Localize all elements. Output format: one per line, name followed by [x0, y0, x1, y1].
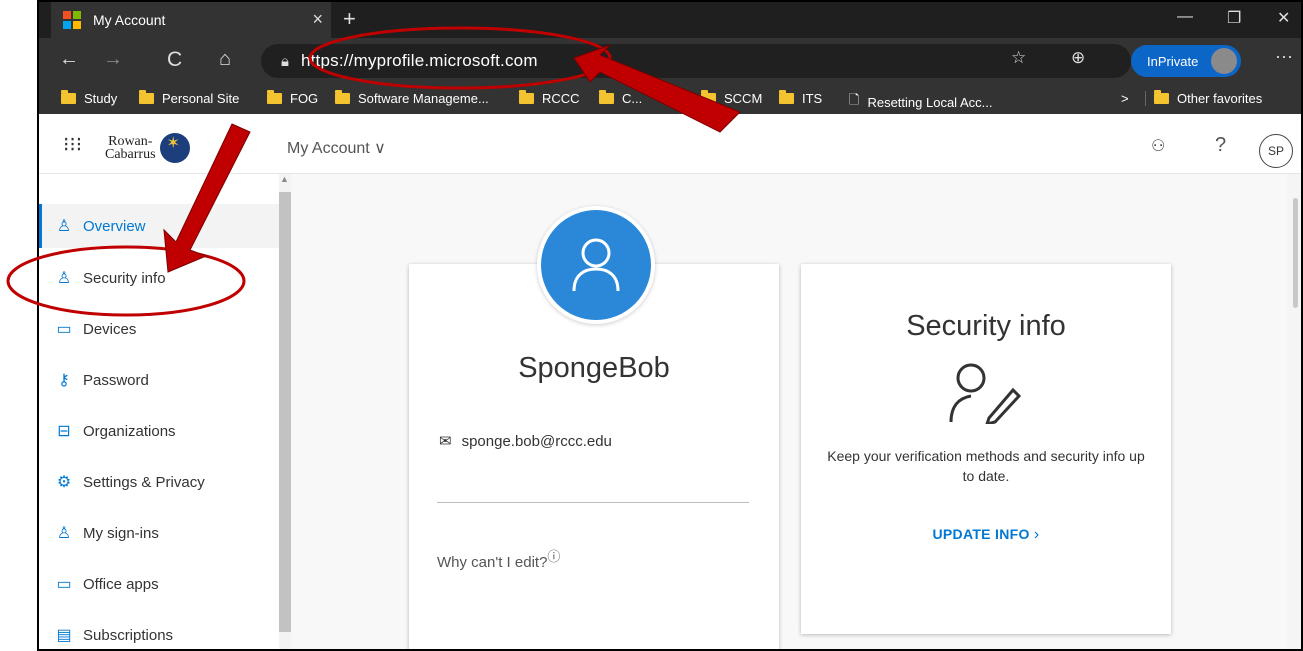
bookmark-rccc[interactable]: RCCC	[519, 90, 580, 106]
divider	[437, 502, 749, 503]
minimize-button[interactable]: —	[1177, 8, 1193, 26]
update-info-link[interactable]: UPDATE INFO ›	[801, 526, 1171, 544]
sidebar-scrollbar[interactable]: ▲	[279, 174, 291, 649]
help-button[interactable]: ?	[1215, 134, 1226, 157]
address-toolbar: ← → C ⌂ 🔒︎ https://myprofile.microsoft.c…	[39, 38, 1301, 84]
office-apps-icon: ▭	[56, 576, 72, 593]
folder-icon	[779, 90, 794, 104]
security-card-title: Security info	[906, 310, 1066, 342]
more-menu-button[interactable]: ···	[1275, 46, 1293, 67]
college-seal-icon	[159, 133, 190, 163]
main-content: SpongeBob ✉︎ sponge.bob@rccc.edu Why can…	[291, 174, 1291, 649]
favorites-bar: Study Personal Site FOG Software Managem…	[39, 84, 1301, 114]
home-button[interactable]: ⌂	[219, 48, 231, 71]
subscriptions-icon: ▤	[56, 627, 72, 644]
profile-avatar-icon	[1211, 48, 1237, 74]
bookmark-fog[interactable]: FOG	[267, 90, 318, 106]
folder-icon	[267, 90, 282, 104]
person-icon	[572, 238, 620, 292]
bookmark-personal-site[interactable]: Personal Site	[139, 90, 239, 106]
folder-icon	[61, 90, 76, 104]
bookmark-resetting[interactable]: 🗋︎ Resetting Local Acc...	[849, 91, 992, 113]
profile-avatar[interactable]	[537, 206, 655, 324]
folder-icon	[139, 90, 154, 104]
tab-close-icon[interactable]: ×	[312, 9, 323, 30]
sidebar-item-settings-privacy[interactable]: ⚙ Settings & Privacy	[39, 460, 279, 504]
folder-icon	[519, 90, 534, 104]
close-window-button[interactable]: ✕	[1277, 8, 1290, 28]
sidebar-item-devices[interactable]: ▭ Devices	[39, 307, 279, 351]
bookmark-its[interactable]: ITS	[779, 90, 822, 106]
other-favorites[interactable]: Other favorites	[1145, 90, 1262, 106]
my-account-menu[interactable]: My Account ∨	[287, 138, 386, 158]
user-avatar[interactable]: SP	[1259, 134, 1293, 168]
person-icon: ♙	[56, 218, 72, 235]
mail-icon: ✉︎	[439, 433, 452, 450]
scroll-up-icon[interactable]: ▲	[280, 174, 289, 184]
security-card-description: Keep your verification methods and secur…	[827, 448, 1145, 484]
browser-window: My Account × + — ❐ ✕ ← → C ⌂ 🔒︎ https://…	[37, 0, 1303, 651]
college-logo: Rowan- Cabarrus	[105, 131, 269, 165]
sidebar-scrollbar-thumb[interactable]	[279, 192, 291, 632]
sidebar-item-subscriptions[interactable]: ▤ Subscriptions	[39, 613, 279, 649]
inprivate-button[interactable]: InPrivate	[1131, 45, 1241, 77]
sidebar-nav: ♙ Overview ♙ Security info ▭ Devices ⚷ Passw…	[39, 174, 279, 649]
refresh-button[interactable]: C	[167, 48, 182, 72]
chevron-down-icon: ∨	[374, 140, 386, 157]
url-text: https://myprofile.microsoft.com	[300, 51, 538, 70]
bookmark-sccm[interactable]: SCCM	[701, 90, 762, 106]
why-cant-i-edit-link[interactable]: Why can't I edit?ⓘ	[437, 546, 560, 571]
logo-line-2: Cabarrus	[105, 147, 156, 162]
laptop-icon: ▭	[56, 321, 72, 338]
sidebar-item-my-sign-ins[interactable]: ♙ My sign-ins	[39, 511, 279, 555]
bookmark-c[interactable]: C...	[599, 90, 642, 106]
bookmarks-overflow-button[interactable]: >	[1121, 91, 1129, 106]
gear-icon: ⚙	[56, 474, 72, 491]
info-icon: ⓘ	[547, 549, 561, 564]
profile-name: SpongeBob	[518, 352, 670, 384]
microsoft-logo-icon	[63, 11, 81, 29]
sidebar-item-security-info[interactable]: ♙ Security info	[39, 256, 279, 300]
forward-button[interactable]: →	[103, 48, 123, 71]
title-bar: My Account × + — ❐ ✕	[39, 2, 1301, 38]
favorites-icon[interactable]: ☆	[1011, 48, 1026, 68]
folder-icon	[701, 90, 716, 104]
app-launcher-icon[interactable]: ⁝⁝⁝	[63, 132, 82, 157]
browser-tab[interactable]: My Account ×	[51, 2, 331, 38]
inprivate-label: InPrivate	[1147, 53, 1199, 69]
address-bar[interactable]: 🔒︎ https://myprofile.microsoft.com ☆	[261, 44, 1151, 78]
tab-title: My Account	[93, 12, 166, 28]
sidebar-item-overview[interactable]: ♙ Overview	[39, 204, 279, 248]
sidebar-item-password[interactable]: ⚷ Password	[39, 358, 279, 402]
email-text: sponge.bob@rccc.edu	[461, 432, 612, 450]
email-row: ✉︎ sponge.bob@rccc.edu	[439, 432, 612, 451]
folder-icon	[335, 90, 350, 104]
folder-icon	[1154, 90, 1169, 104]
restore-button[interactable]: ❐	[1227, 8, 1241, 28]
page-icon: 🗋︎	[849, 92, 860, 107]
security-info-card: Security info Keep your verification met…	[801, 264, 1171, 634]
sidebar-item-organizations[interactable]: ⊟ Organizations	[39, 409, 279, 453]
main-scrollbar-thumb[interactable]	[1293, 198, 1298, 308]
collections-icon[interactable]: ⊕	[1071, 48, 1085, 68]
security-info-icon: ♙	[56, 270, 72, 287]
sidebar-item-office-apps[interactable]: ▭ Office apps	[39, 562, 279, 606]
lock-icon: 🔒︎	[281, 52, 289, 70]
security-info-icon	[949, 363, 1022, 424]
sign-ins-icon: ♙	[56, 525, 72, 542]
briefcase-icon: ⊟	[57, 423, 71, 440]
new-tab-button[interactable]: +	[343, 6, 356, 32]
chevron-right-icon: ›	[1033, 526, 1040, 543]
key-icon: ⚷	[58, 372, 70, 389]
app-header: ⁝⁝⁝ Rowan- Cabarrus My Account ∨ ⚇ ? SP	[39, 114, 1301, 174]
main-scrollbar[interactable]	[1287, 174, 1301, 649]
folder-icon	[599, 90, 614, 104]
bookmark-software[interactable]: Software Manageme...	[335, 90, 489, 106]
back-button[interactable]: ←	[59, 48, 79, 71]
bookmark-study[interactable]: Study	[61, 90, 117, 106]
org-chart-icon[interactable]: ⚇	[1151, 136, 1165, 156]
